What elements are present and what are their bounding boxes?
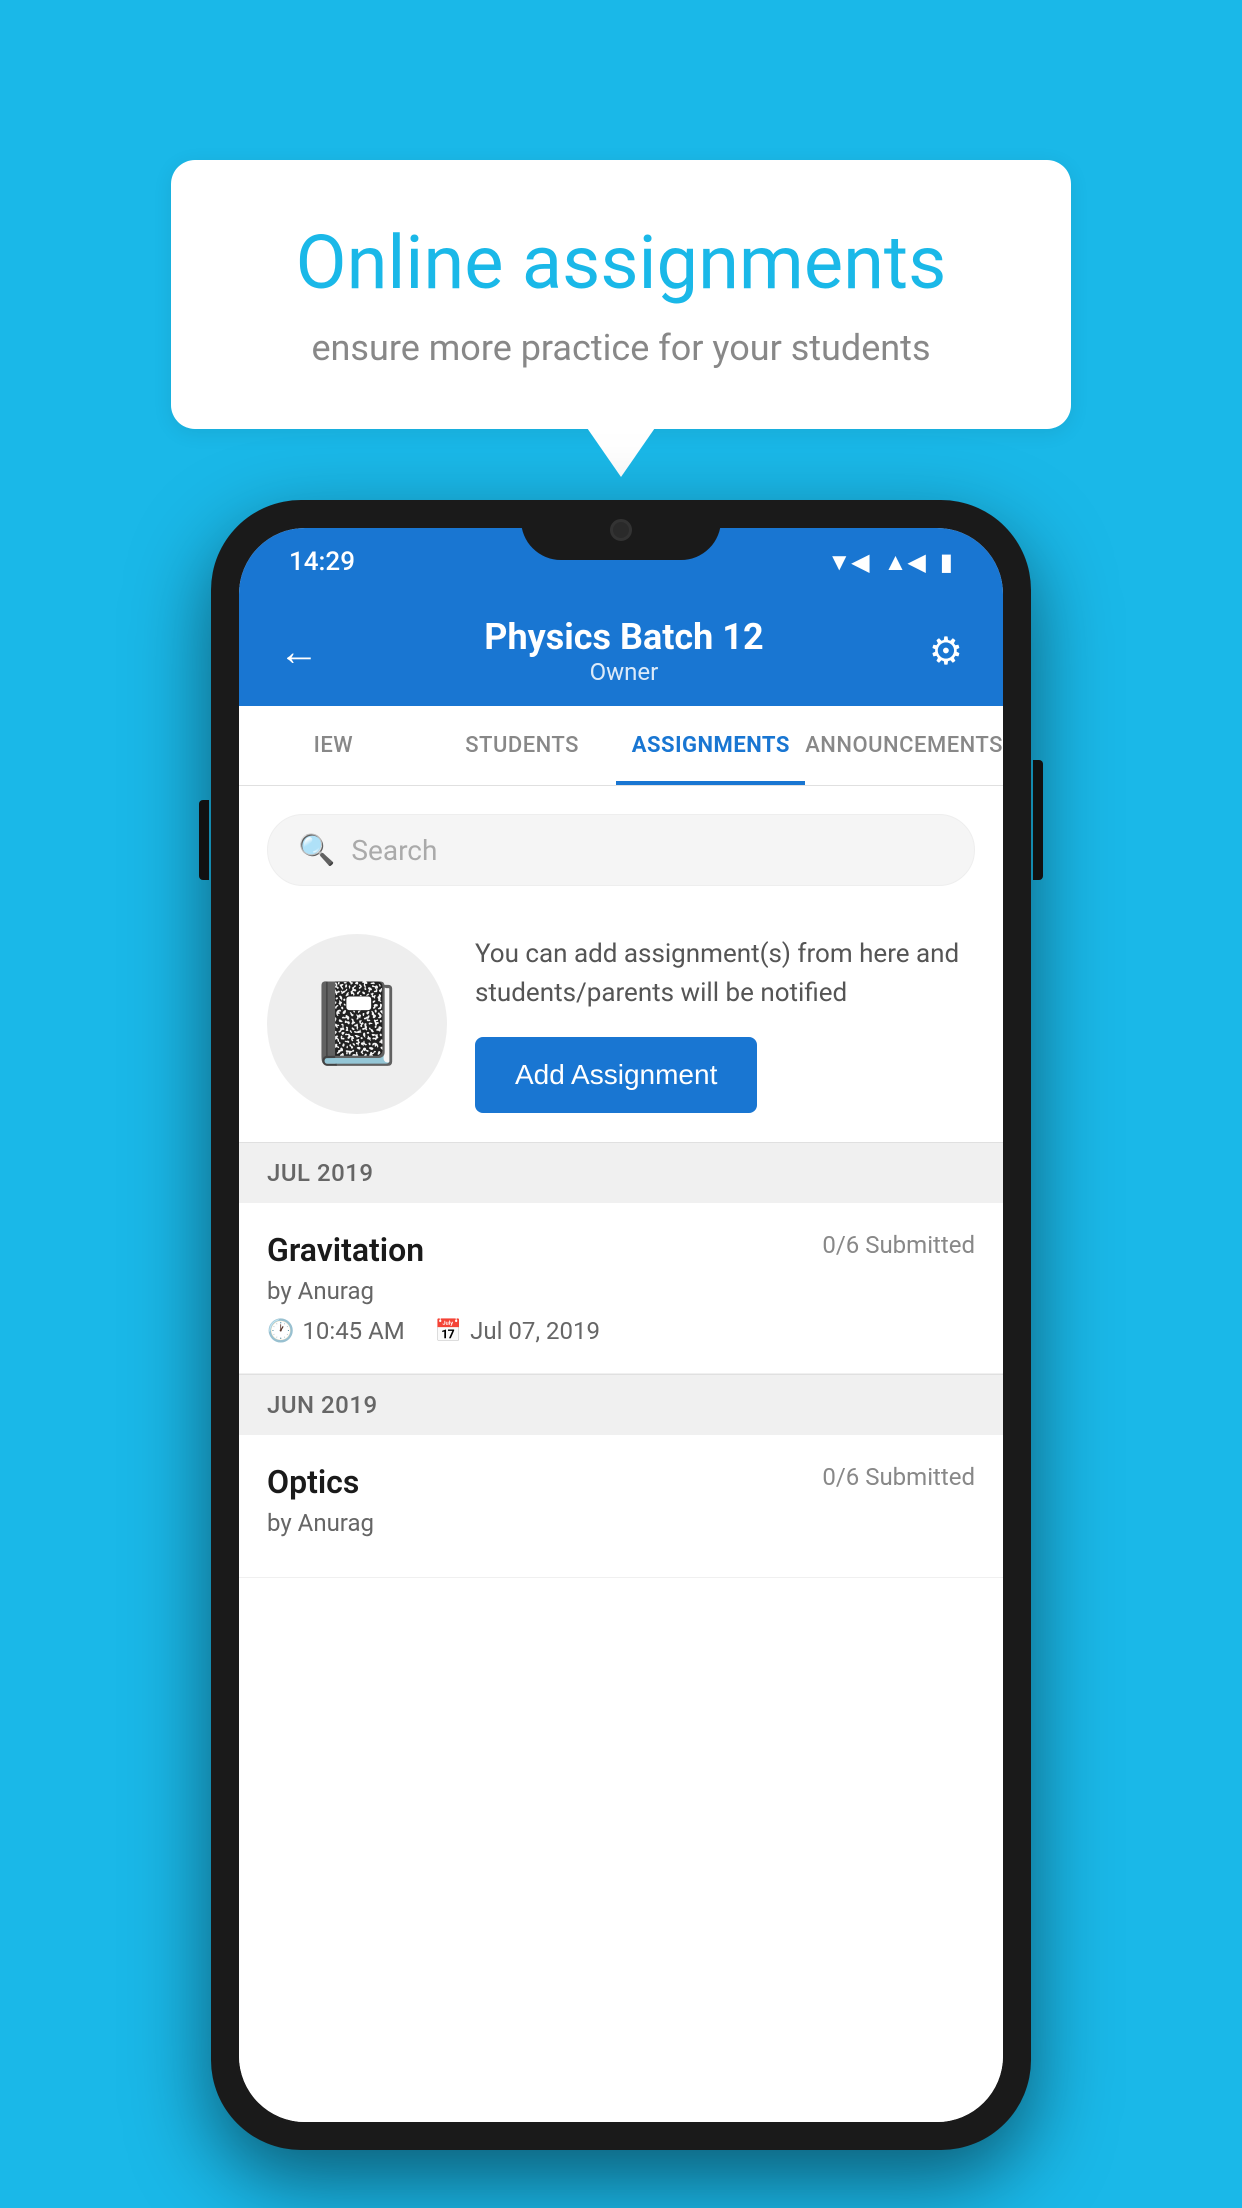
assignment-info: You can add assignment(s) from here and …	[475, 935, 975, 1113]
add-assignment-button[interactable]: Add Assignment	[475, 1037, 757, 1113]
phone-notch	[521, 500, 721, 560]
assignment-meta-gravitation: 🕐 10:45 AM 📅 Jul 07, 2019	[267, 1317, 975, 1345]
assignment-item-top-1: Gravitation 0/6 Submitted	[267, 1231, 975, 1269]
batch-subtitle: Owner	[484, 658, 763, 686]
promo-card: Online assignments ensure more practice …	[171, 160, 1071, 429]
meta-time-gravitation: 🕐 10:45 AM	[267, 1317, 405, 1345]
app-header: ← Physics Batch 12 Owner ⚙	[239, 596, 1003, 706]
assignment-item-top-2: Optics 0/6 Submitted	[267, 1463, 975, 1501]
header-center: Physics Batch 12 Owner	[484, 616, 763, 686]
assignment-description: You can add assignment(s) from here and …	[475, 935, 975, 1013]
section-header-jun: JUN 2019	[239, 1375, 1003, 1435]
content-area: 🔍 Search 📓 You can add assignment(s) fro…	[239, 786, 1003, 2122]
assignment-submitted-optics: 0/6 Submitted	[822, 1463, 975, 1491]
tab-students[interactable]: STUDENTS	[428, 706, 617, 785]
battery-icon: ▮	[940, 548, 953, 576]
settings-icon[interactable]: ⚙	[929, 629, 963, 674]
status-time: 14:29	[289, 547, 355, 577]
camera-cutout	[610, 519, 632, 541]
phone-mockup: 14:29 ▼◀ ▲◀ ▮ ← Physics Batch 12 Owner ⚙	[211, 500, 1031, 2150]
add-assignment-section: 📓 You can add assignment(s) from here an…	[239, 906, 1003, 1142]
tab-announcements[interactable]: ANNOUNCEMENTS	[805, 706, 1003, 785]
status-icons: ▼◀ ▲◀ ▮	[827, 548, 953, 577]
assignment-name-optics: Optics	[267, 1463, 359, 1501]
back-button[interactable]: ←	[279, 628, 319, 675]
assignment-item-optics[interactable]: Optics 0/6 Submitted by Anurag	[239, 1435, 1003, 1578]
assignment-submitted-gravitation: 0/6 Submitted	[822, 1231, 975, 1259]
signal-icon: ▲◀	[884, 548, 926, 577]
phone-screen: 14:29 ▼◀ ▲◀ ▮ ← Physics Batch 12 Owner ⚙	[239, 528, 1003, 2122]
assignment-author-optics: by Anurag	[267, 1509, 975, 1537]
section-header-jul: JUL 2019	[239, 1143, 1003, 1203]
batch-title: Physics Batch 12	[484, 616, 763, 658]
promo-subtitle: ensure more practice for your students	[251, 327, 991, 369]
assignment-name-gravitation: Gravitation	[267, 1231, 424, 1269]
tabs-bar: IEW STUDENTS ASSIGNMENTS ANNOUNCEMENTS	[239, 706, 1003, 786]
clock-icon: 🕐	[267, 1319, 294, 1344]
assignment-item-gravitation[interactable]: Gravitation 0/6 Submitted by Anurag 🕐 10…	[239, 1203, 1003, 1374]
meta-date-gravitation: 📅 Jul 07, 2019	[435, 1317, 600, 1345]
phone-outer: 14:29 ▼◀ ▲◀ ▮ ← Physics Batch 12 Owner ⚙	[211, 500, 1031, 2150]
promo-title: Online assignments	[251, 220, 991, 307]
assignment-icon-circle: 📓	[267, 934, 447, 1114]
tab-assignments[interactable]: ASSIGNMENTS	[616, 706, 805, 785]
tab-iew[interactable]: IEW	[239, 706, 428, 785]
notebook-icon: 📓	[307, 977, 407, 1071]
assignment-author-gravitation: by Anurag	[267, 1277, 975, 1305]
calendar-icon: 📅	[435, 1319, 462, 1344]
assignment-date-gravitation: Jul 07, 2019	[470, 1317, 600, 1345]
search-placeholder: Search	[351, 834, 437, 867]
assignment-time-gravitation: 10:45 AM	[302, 1317, 404, 1345]
wifi-icon: ▼◀	[827, 548, 869, 577]
search-bar[interactable]: 🔍 Search	[267, 814, 975, 886]
search-icon: 🔍	[298, 833, 335, 868]
